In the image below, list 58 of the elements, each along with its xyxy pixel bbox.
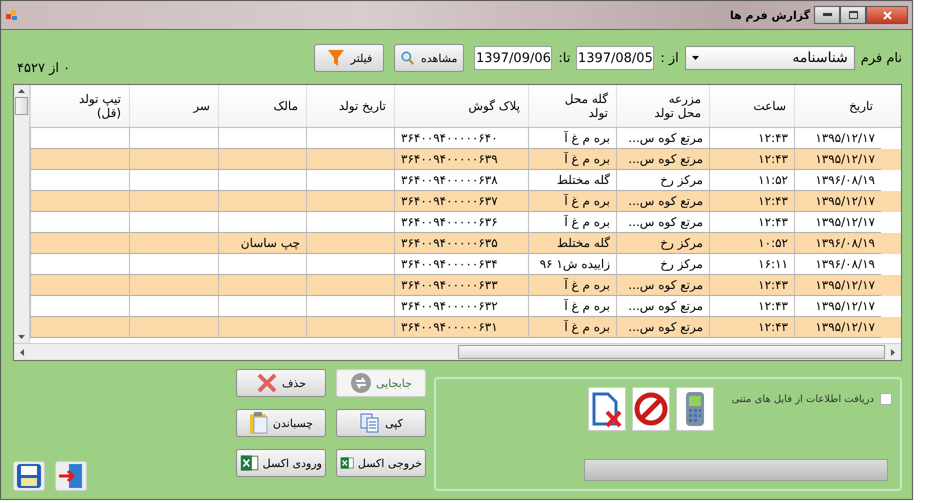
- action-button[interactable]: خروجی اکسل: [336, 449, 426, 477]
- view-button[interactable]: مشاهده: [394, 44, 464, 72]
- table-cell: ۳۶۴۰۰۹۴۰۰۰۰۰۶۳۱: [394, 317, 528, 338]
- column-header[interactable]: مزرعه محل تولد: [616, 85, 709, 127]
- scroll-thumb[interactable]: [15, 97, 28, 115]
- column-header[interactable]: سر: [129, 85, 218, 127]
- funnel-icon: [326, 48, 345, 68]
- caret-icon: [692, 56, 699, 60]
- handheld-device-icon: [684, 391, 706, 427]
- close-icon: [882, 10, 892, 20]
- column-header[interactable]: تاریخ تولد: [306, 85, 394, 127]
- action-button[interactable]: حذف: [236, 369, 326, 397]
- to-date-field[interactable]: 1397/09/06: [474, 46, 552, 70]
- scroll-right-icon: [891, 348, 895, 356]
- text-file-checkbox[interactable]: دریافت اطلاعات از فایل های متنی: [732, 393, 892, 405]
- documents-icon: [359, 412, 382, 434]
- handheld-device-button[interactable]: [676, 387, 714, 431]
- to-label: تا:: [558, 50, 570, 66]
- horizontal-scrollbar[interactable]: [14, 343, 901, 360]
- table-cell: ۱۲:۴۳: [709, 317, 794, 338]
- scroll-down-icon: [18, 335, 25, 339]
- form-dropdown[interactable]: شناسنامه: [684, 46, 855, 70]
- column-header[interactable]: تاریخ: [794, 85, 881, 127]
- circular-arrows-icon: [350, 372, 372, 394]
- column-header[interactable]: ساعت: [709, 85, 794, 127]
- scroll-up-icon: [18, 89, 25, 93]
- table-cell: بره م غ آ: [528, 317, 616, 338]
- filter-button[interactable]: فیلتر: [314, 44, 384, 72]
- vertical-scrollbar[interactable]: [14, 85, 30, 343]
- action-button[interactable]: ورودی اکسل: [236, 449, 326, 477]
- door-arrow-icon: [58, 463, 84, 489]
- close-button[interactable]: [866, 6, 908, 24]
- maximize-icon: [848, 11, 858, 19]
- record-count: ۰ از ۴۵۲۷: [17, 61, 70, 76]
- clear-file-button[interactable]: [588, 387, 626, 431]
- minimize-icon: [822, 13, 832, 17]
- cross-icon: [256, 372, 278, 394]
- from-label: از :: [660, 50, 679, 66]
- column-header[interactable]: مالک: [218, 85, 306, 127]
- column-header[interactable]: پلاک گوش: [394, 85, 528, 127]
- from-date-field[interactable]: 1397/08/05: [576, 46, 654, 70]
- action-button[interactable]: کپی: [336, 409, 426, 437]
- table-cell: ۱۳۹۵/۱۲/۱۷: [794, 317, 881, 338]
- prohibition-icon: [634, 392, 668, 426]
- window-title: گزارش فرم ها: [730, 8, 810, 22]
- app-icon: [5, 8, 19, 22]
- cancel-button[interactable]: [632, 387, 670, 431]
- form-name-label: نام فرم: [860, 50, 902, 66]
- table-cell: مرتع کوه س...: [616, 317, 709, 338]
- scroll-left-icon: [20, 348, 24, 356]
- clipboard-icon: [248, 411, 269, 435]
- file-cross-icon: [590, 390, 624, 428]
- maximize-button[interactable]: [840, 6, 866, 24]
- action-button[interactable]: چسباندن: [236, 409, 326, 437]
- save-button[interactable]: [13, 461, 45, 491]
- exit-button[interactable]: [55, 461, 87, 491]
- column-header[interactable]: گله محل تولد: [528, 85, 616, 127]
- minimize-button[interactable]: [814, 6, 840, 24]
